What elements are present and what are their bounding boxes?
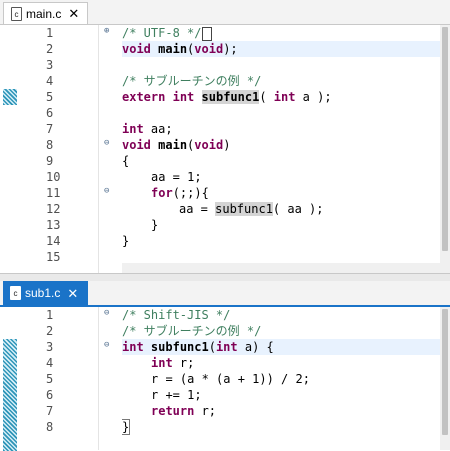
comment: /* サブルーチンの例 */ (122, 74, 262, 88)
code-line: int subfunc1(int a) { (122, 340, 274, 354)
line-number: 10 (46, 170, 61, 184)
line-number: 7 (46, 122, 54, 136)
vertical-scrollbar[interactable] (440, 25, 450, 273)
code-line: for(;;){ (151, 186, 209, 200)
code-line: extern int subfunc1( int a ); (122, 90, 332, 104)
matching-bracket: } (122, 419, 131, 435)
code-line: /* サブルーチンの例 */ (122, 323, 261, 339)
editor2-pane[interactable]: 1 2 3 4 5 6 7 8 ⊖ ⊖ /* Shift-JIS */ /* サ… (0, 305, 450, 451)
editor1-pane[interactable]: 1 2 3 4 5 6 7 8 9 10 11 12 13 14 15 ⊕ ⊖ … (0, 24, 450, 273)
folding-ruler: ⊕ ⊖ ⊖ (98, 25, 123, 273)
code-line: { (122, 154, 130, 168)
c-file-icon: c (11, 6, 22, 21)
tab-sub1-c[interactable]: c sub1.c ✕ (3, 281, 88, 305)
fold-expand-icon[interactable]: ⊕ (104, 27, 113, 36)
code-line: /* Shift-JIS */ (122, 307, 230, 323)
scrollbar-thumb[interactable] (442, 309, 448, 435)
line-number: 4 (46, 356, 54, 370)
line-number: 1 (46, 308, 54, 322)
line-number-gutter: 1 2 3 4 5 6 7 8 (20, 307, 98, 450)
fold-collapse-icon[interactable]: ⊖ (104, 309, 113, 318)
code-area[interactable]: /* UTF-8 */ void main(void); /* サブルーチンの例… (122, 25, 440, 273)
line-number: 5 (46, 90, 54, 104)
line-number: 9 (46, 154, 54, 168)
horizontal-scrollbar[interactable] (122, 263, 440, 273)
code-line: aa = subfunc1( aa ); (179, 202, 324, 216)
code-line: aa = 1; (151, 170, 202, 184)
c-file-icon: c (10, 286, 21, 300)
tab-label: sub1.c (25, 286, 61, 300)
close-icon[interactable]: ✕ (67, 287, 78, 300)
line-number: 15 (46, 250, 61, 264)
code-line: return r; (151, 404, 217, 418)
vertical-scrollbar[interactable] (440, 307, 450, 450)
line-number: 11 (46, 186, 61, 200)
code-line: r = (a * (a + 1)) / 2; (151, 372, 310, 386)
editor2-tabbar: c sub1.c ✕ (0, 281, 450, 305)
comment: /* UTF-8 */ (122, 26, 202, 40)
comment: /* Shift-JIS */ (122, 308, 231, 322)
code-area[interactable]: /* Shift-JIS */ /* サブルーチンの例 */ int subfu… (122, 307, 440, 450)
line-number: 3 (46, 340, 54, 354)
line-number: 12 (46, 202, 61, 216)
line-number: 7 (46, 404, 54, 418)
code-line: } (151, 218, 159, 232)
code-line: /* UTF-8 */ (122, 25, 213, 41)
fold-collapse-icon[interactable]: ⊖ (104, 341, 113, 350)
comment: /* サブルーチンの例 */ (122, 324, 262, 338)
scrollbar-thumb[interactable] (442, 27, 448, 251)
tab-label: main.c (26, 6, 62, 21)
line-number: 8 (46, 138, 54, 152)
overview-ruler (0, 307, 20, 451)
code-line: } (122, 234, 130, 248)
occurrence-highlight: subfunc1 (215, 202, 273, 216)
fold-collapse-icon[interactable]: ⊖ (104, 187, 113, 196)
fold-collapse-icon[interactable]: ⊖ (104, 139, 113, 148)
code-line: } (122, 419, 131, 435)
code-line: void main(void) (122, 138, 231, 152)
code-line: void main(void); (122, 42, 238, 56)
line-number: 3 (46, 58, 54, 72)
editor1-tabbar: c main.c ✕ (0, 0, 450, 24)
line-number: 1 (46, 26, 54, 40)
line-number: 6 (46, 106, 54, 120)
code-line: /* サブルーチンの例 */ (122, 73, 261, 89)
line-number-gutter: 1 2 3 4 5 6 7 8 9 10 11 12 13 14 15 (20, 25, 98, 273)
close-icon[interactable]: ✕ (68, 7, 79, 20)
tab-main-c[interactable]: c main.c ✕ (3, 2, 88, 24)
line-number: 14 (46, 234, 61, 248)
occurrence-marker[interactable] (3, 89, 17, 105)
folding-ruler: ⊖ ⊖ (98, 307, 123, 450)
code-line: r += 1; (151, 388, 202, 402)
line-number: 4 (46, 74, 54, 88)
text-cursor (202, 26, 213, 41)
code-line: int aa; (122, 122, 173, 136)
line-number: 5 (46, 372, 54, 386)
line-number: 6 (46, 388, 54, 402)
line-number: 13 (46, 218, 61, 232)
code-line: int r; (151, 356, 195, 370)
overview-ruler (0, 25, 20, 273)
occurrence-highlight: subfunc1 (201, 90, 260, 104)
line-number: 2 (46, 42, 54, 56)
line-number: 2 (46, 324, 54, 338)
line-number: 8 (46, 420, 54, 434)
occurrence-marker[interactable] (3, 339, 17, 451)
